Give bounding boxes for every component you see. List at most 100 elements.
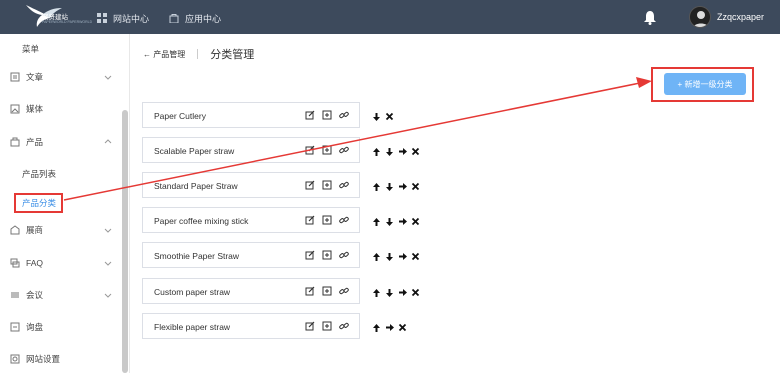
arrow-up-icon[interactable] [372,288,381,297]
sidebar-subitem-product-list[interactable]: 产品列表 [22,168,56,180]
exhibitor-icon [10,225,20,235]
edit-icon[interactable] [305,110,315,120]
highlight-box-sidebar [14,193,63,213]
nav-app-center-label: 应用中心 [185,13,222,24]
sidebar-item-label: 询盘 [26,322,44,332]
arrow-up-icon[interactable] [372,182,381,191]
arrow-right-icon[interactable] [398,182,407,191]
link-icon[interactable] [339,180,349,190]
logo-text: 聚贤建站 PAPERWORLD PAPERWORLD [42,14,92,25]
arrow-down-icon[interactable] [385,252,394,261]
arrow-right-icon[interactable] [398,217,407,226]
close-icon[interactable] [411,217,420,226]
add-subcategory-icon[interactable] [322,250,332,260]
close-icon[interactable] [411,182,420,191]
arrow-right-icon[interactable] [398,252,407,261]
link-icon[interactable] [339,321,349,331]
chevron-up-icon [104,139,112,144]
sidebar-item-meeting[interactable]: 会议 [10,287,114,303]
add-subcategory-icon[interactable] [322,286,332,296]
page-title: 分类管理 [210,49,255,61]
nav-website-center[interactable]: 网站中心 [97,11,149,25]
arrow-down-icon[interactable] [385,147,394,156]
close-icon[interactable] [385,112,394,121]
link-icon[interactable] [339,215,349,225]
inquiry-icon [10,322,20,332]
edit-icon[interactable] [305,321,315,331]
sidebar-item-label: 网站设置 [26,354,61,364]
category-name: Flexible paper straw [154,322,231,332]
close-icon[interactable] [398,323,407,332]
close-icon[interactable] [411,288,420,297]
arrow-up-icon[interactable] [372,323,381,332]
link-icon[interactable] [339,145,349,155]
media-icon [10,104,20,114]
chevron-down-icon [104,261,112,266]
link-icon[interactable] [339,286,349,296]
category-row: Custom paper straw [142,278,360,304]
edit-icon[interactable] [305,215,315,225]
arrow-right-icon[interactable] [385,323,394,332]
faq-icon [10,258,20,268]
sidebar-item-product[interactable]: 产品 [10,134,114,150]
category-name: Scalable Paper straw [154,146,235,156]
sidebar-scrollbar[interactable] [122,110,128,373]
nav-website-center-label: 网站中心 [113,13,150,24]
edit-icon[interactable] [305,180,315,190]
article-icon [10,72,20,82]
arrow-down-icon[interactable] [385,288,394,297]
category-row: Paper Cutlery [142,102,360,128]
sidebar-item-label: 文章 [26,72,44,82]
sidebar-item-exhibitor[interactable]: 展商 [10,222,114,238]
sidebar-item-article[interactable]: 文章 [10,69,114,85]
category-name: Paper coffee mixing stick [154,216,249,226]
sidebar-item-settings[interactable]: 网站设置 [10,351,114,367]
add-subcategory-icon[interactable] [322,180,332,190]
back-link[interactable]: ← 产品管理 [143,49,185,60]
add-subcategory-icon[interactable] [322,321,332,331]
move-controls [372,216,424,226]
arrow-down-icon[interactable] [372,112,381,121]
arrow-up-icon[interactable] [372,217,381,226]
arrow-down-icon[interactable] [385,182,394,191]
category-name: Paper Cutlery [154,111,206,121]
nav-app-center[interactable]: 应用中心 [169,11,221,25]
sidebar-header: 菜单 [22,44,40,54]
top-bar: 聚贤建站 PAPERWORLD PAPERWORLD 网站中心 应用中心 Zzq… [0,0,780,34]
link-icon[interactable] [339,250,349,260]
category-row: Smoothie Paper Straw [142,242,360,268]
meeting-icon [11,292,19,298]
settings-icon [10,354,20,364]
sidebar-item-label: FAQ [26,258,44,268]
add-subcategory-icon[interactable] [322,110,332,120]
breadcrumb: ← 产品管理 分类管理 [143,46,254,62]
add-subcategory-icon[interactable] [322,145,332,155]
bell-icon[interactable] [643,10,657,25]
sidebar-item-inquiry[interactable]: 询盘 [10,319,114,335]
arrow-right-icon[interactable] [398,147,407,156]
chevron-down-icon [104,228,112,233]
edit-icon[interactable] [305,250,315,260]
arrow-right-icon[interactable] [398,288,407,297]
move-controls [372,322,411,332]
link-icon[interactable] [339,110,349,120]
add-subcategory-icon[interactable] [322,215,332,225]
edit-icon[interactable] [305,286,315,296]
username[interactable]: Zzqcxpaper [717,12,764,22]
arrow-down-icon[interactable] [385,217,394,226]
move-controls [372,287,424,297]
close-icon[interactable] [411,147,420,156]
category-name: Custom paper straw [154,287,231,297]
avatar[interactable] [689,6,711,28]
divider [197,49,199,59]
sidebar-item-label: 产品 [26,137,44,147]
arrow-up-icon[interactable] [372,147,381,156]
category-row: Paper coffee mixing stick [142,207,360,233]
arrow-up-icon[interactable] [372,252,381,261]
sidebar-item-faq[interactable]: FAQ [10,255,114,271]
close-icon[interactable] [411,252,420,261]
sidebar-item-label: 媒体 [26,104,44,114]
edit-icon[interactable] [305,145,315,155]
add-top-category-button[interactable]: + 新增一级分类 [664,73,746,95]
sidebar-item-media[interactable]: 媒体 [10,101,114,117]
